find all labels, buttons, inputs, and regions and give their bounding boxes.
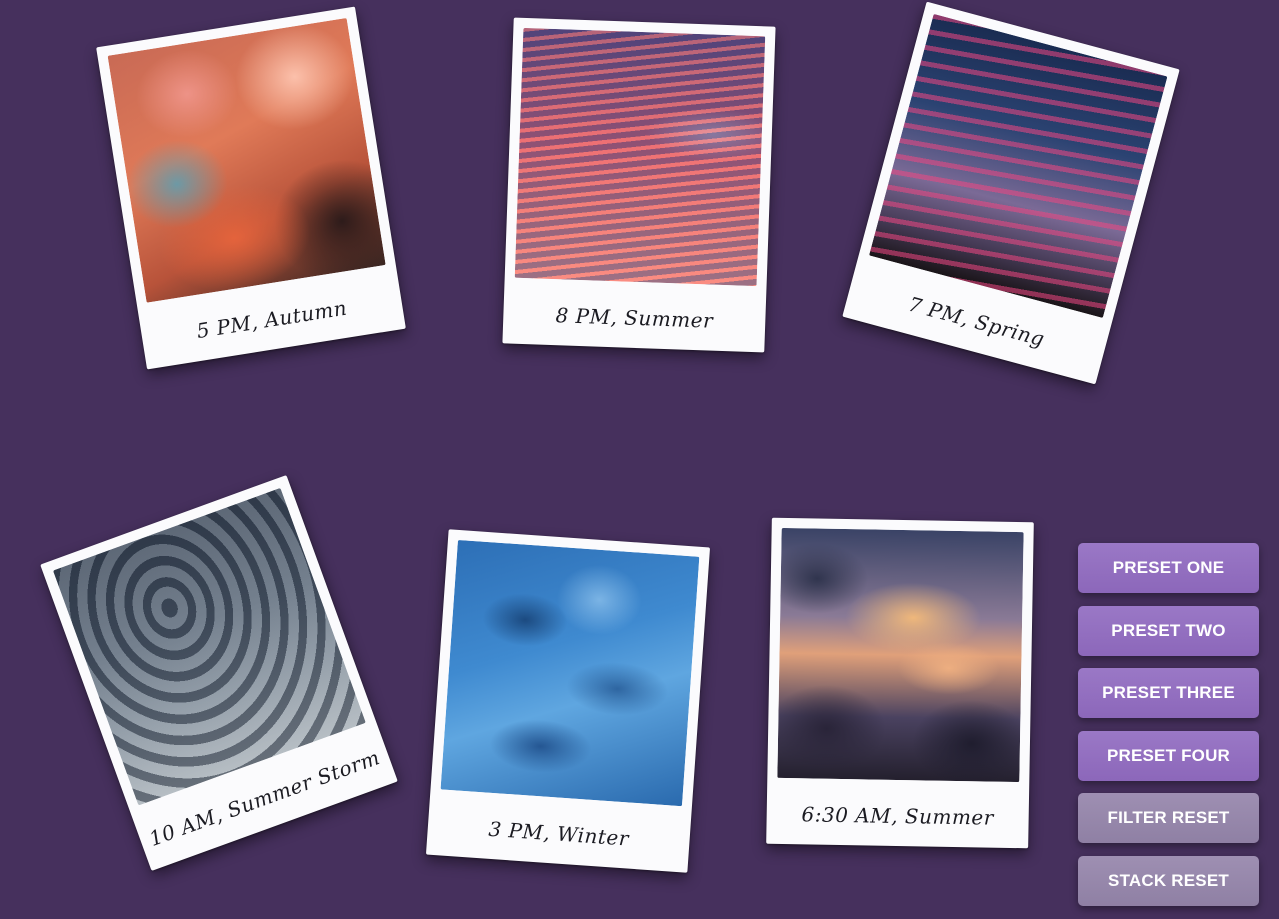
preset-two-button[interactable]: PRESET TWO — [1078, 605, 1259, 656]
sky-photo-winter — [440, 539, 700, 807]
photo-card-winter[interactable]: 3 PM, Winter — [425, 529, 711, 873]
control-panel: PRESET ONE PRESET TWO PRESET THREE PRESE… — [1078, 543, 1259, 918]
photo-card-spring[interactable]: 7 PM, Spring — [842, 1, 1180, 385]
photo-caption: 8 PM, Summer — [555, 303, 714, 333]
sky-photo-summer-morning — [777, 527, 1024, 783]
photo-card-autumn[interactable]: 5 PM, Autumn — [96, 6, 406, 370]
sky-photo-summer-storm — [52, 487, 366, 806]
photo-caption: 3 PM, Winter — [487, 816, 630, 851]
sky-photo-summer-evening — [514, 27, 766, 287]
preset-one-button[interactable]: PRESET ONE — [1078, 543, 1259, 593]
photo-card-summer-storm[interactable]: 10 AM, Summer Storm — [40, 475, 398, 871]
photo-card-summer-morning[interactable]: 6:30 AM, Summer — [766, 517, 1034, 849]
stack-reset-button[interactable]: STACK RESET — [1078, 855, 1259, 906]
photo-card-summer-evening[interactable]: 8 PM, Summer — [502, 17, 776, 353]
photo-caption: 6:30 AM, Summer — [801, 802, 995, 830]
preset-three-button[interactable]: PRESET THREE — [1078, 668, 1259, 718]
preset-four-button[interactable]: PRESET FOUR — [1078, 730, 1259, 781]
filter-reset-button[interactable]: FILTER RESET — [1078, 793, 1259, 843]
sky-photo-spring — [869, 13, 1168, 319]
sky-photo-autumn — [107, 17, 386, 303]
